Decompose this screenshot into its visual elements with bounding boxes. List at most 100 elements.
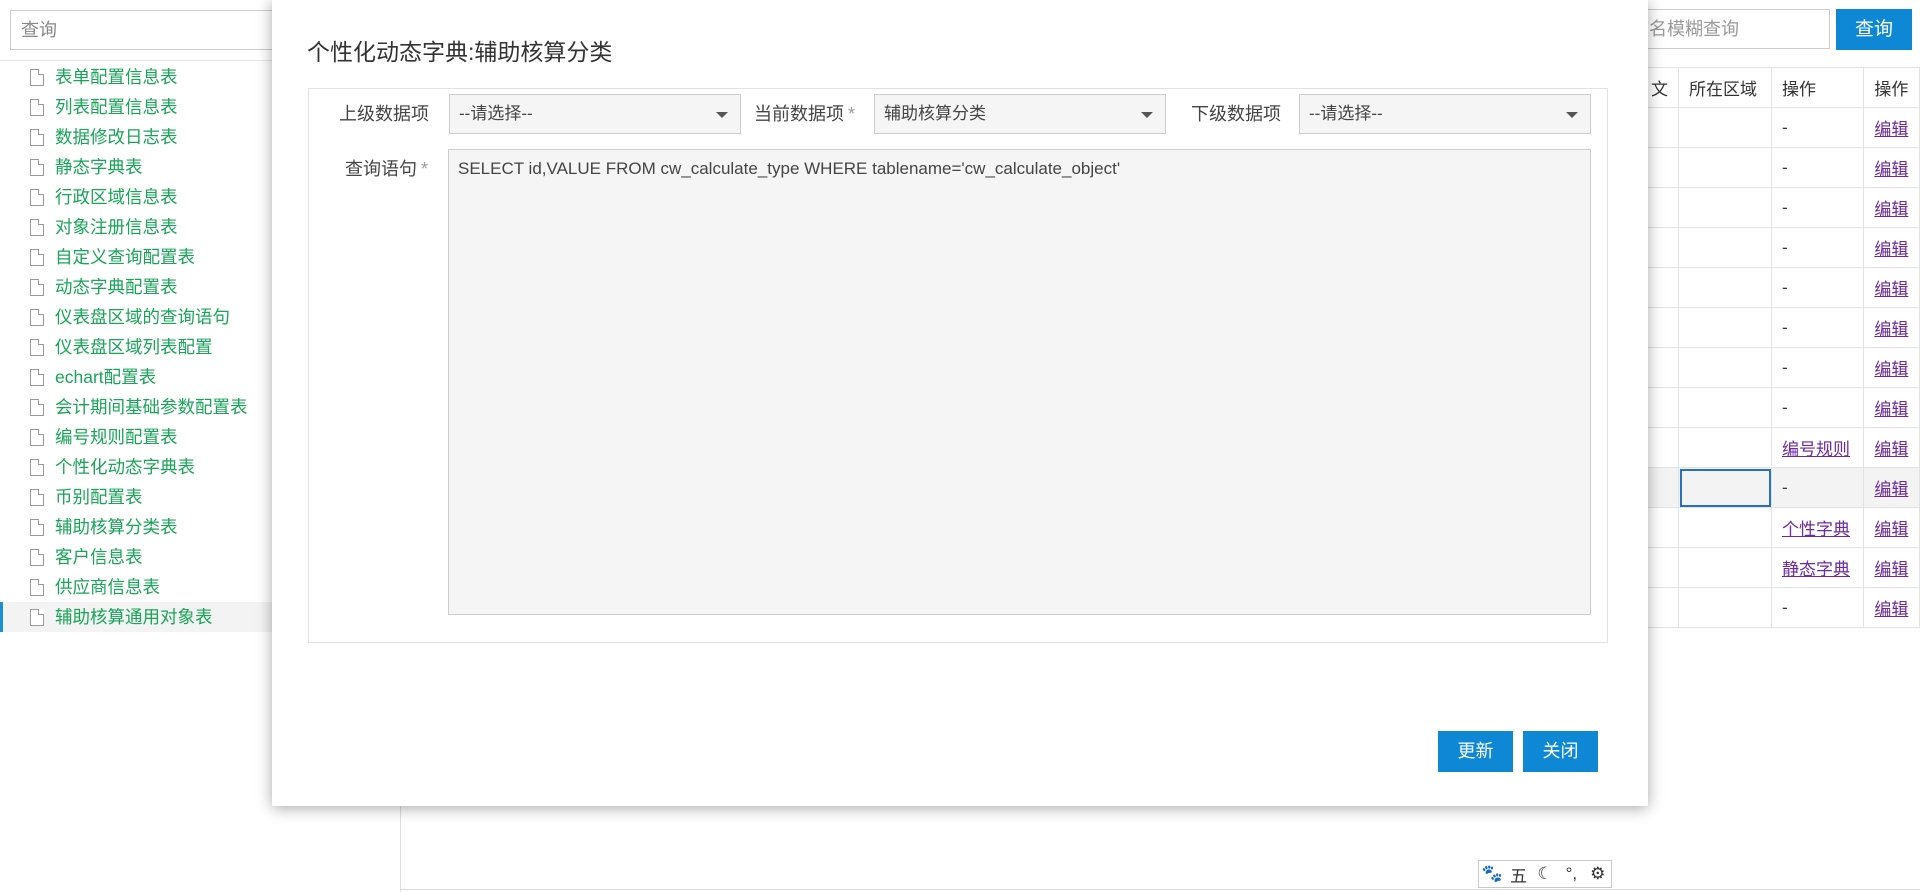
edit-link[interactable]: 编辑 [1874,560,1908,579]
table-row: - 编辑 [1640,587,1920,628]
area-cell [1678,227,1772,268]
table-row: - 编辑 [1640,307,1920,348]
op-cell: - [1770,587,1865,628]
document-icon [30,459,44,476]
query-statement-label-text: 查询语句 [345,159,417,179]
custom-dict-link[interactable]: 个性字典 [1782,520,1850,539]
parent-item-select[interactable]: --请选择-- [449,94,741,134]
op-cell: - [1770,307,1865,348]
area-cell [1678,347,1772,388]
static-dict-link[interactable]: 静态字典 [1782,560,1850,579]
gear-icon[interactable]: ⚙ [1587,864,1609,884]
edit-link[interactable]: 编辑 [1874,160,1908,179]
tree-item-label: 动态字典配置表 [55,277,178,297]
tree-item-label: 会计期间基础参数配置表 [55,397,248,417]
edit-cell: 编辑 [1863,507,1920,548]
edit-cell: 编辑 [1863,427,1920,468]
document-icon [30,159,44,176]
edit-link[interactable]: 编辑 [1874,320,1908,339]
document-icon [30,279,44,296]
document-icon [30,189,44,206]
op-cell: 静态字典 [1770,547,1865,588]
table-row: - 编辑 [1640,187,1920,228]
edit-cell: 编辑 [1863,187,1920,228]
edit-cell: 编辑 [1863,467,1920,508]
child-item-label: 下级数据项 [1191,104,1281,124]
current-item-label-text: 当前数据项 [754,104,844,124]
edit-cell: 编辑 [1863,387,1920,428]
current-item-select[interactable]: 辅助核算分类 [874,94,1166,134]
op-cell: - [1770,147,1865,188]
edit-link[interactable]: 编辑 [1874,360,1908,379]
edit-cell: 编辑 [1863,307,1920,348]
punctuation-icon[interactable]: °, [1560,864,1582,884]
tree-item-label: echart配置表 [55,367,157,387]
area-cell [1678,147,1772,188]
edit-link[interactable]: 编辑 [1874,480,1908,499]
dialog-title: 个性化动态字典:辅助核算分类 [307,39,613,65]
op-cell: - [1770,387,1865,428]
table-row: - 编辑 [1640,107,1920,148]
area-cell-focused[interactable] [1678,467,1772,508]
update-button[interactable]: 更新 [1438,731,1513,772]
parent-item-value: --请选择-- [459,104,533,123]
tree-item-label: 供应商信息表 [55,577,160,597]
document-icon [30,129,44,146]
edit-cell: 编辑 [1863,547,1920,588]
document-icon [30,609,44,626]
document-icon [30,69,44,86]
table-row: - 编辑 [1640,227,1920,268]
tree-item-label: 自定义查询配置表 [55,247,195,267]
data-table: 文 所在区域 操作 操作 - 编辑 - 编辑 - 编辑 - 编辑 - 编辑 - 编辑 - 编辑… [1640,67,1920,628]
op-cell: - [1770,187,1865,228]
query-statement-label: 查询语句 * [345,149,428,189]
table-header-row: 文 所在区域 操作 操作 [1640,67,1920,108]
edit-link[interactable]: 编辑 [1874,520,1908,539]
edit-link[interactable]: 编辑 [1874,600,1908,619]
tree-item-label: 辅助核算通用对象表 [55,607,213,627]
child-item-select[interactable]: --请选择-- [1299,94,1591,134]
numbering-rule-link[interactable]: 编号规则 [1782,440,1850,459]
edit-cell: 编辑 [1863,107,1920,148]
edit-link[interactable]: 编辑 [1874,280,1908,299]
edit-cell: 编辑 [1863,587,1920,628]
tree-item-label: 表单配置信息表 [55,67,178,87]
tree-item-label: 编号规则配置表 [55,427,178,447]
op-cell: - [1770,467,1865,508]
edit-cell: 编辑 [1863,267,1920,308]
document-icon [30,579,44,596]
document-icon [30,339,44,356]
edit-link[interactable]: 编辑 [1874,440,1908,459]
required-mark: * [848,104,856,124]
area-cell [1678,387,1772,428]
edit-link[interactable]: 编辑 [1874,240,1908,259]
edit-link[interactable]: 编辑 [1874,200,1908,219]
area-cell [1678,107,1772,148]
table-row: 编号规则 编辑 [1640,427,1920,468]
edit-link[interactable]: 编辑 [1874,120,1908,139]
table-row: 个性字典 编辑 [1640,507,1920,548]
edit-link[interactable]: 编辑 [1874,400,1908,419]
tree-item-label: 对象注册信息表 [55,217,178,237]
table-row: - 编辑 [1640,387,1920,428]
document-icon [30,519,44,536]
document-icon [30,549,44,566]
query-statement-textarea[interactable]: SELECT id,VALUE FROM cw_calculate_type W… [448,149,1591,615]
area-cell [1678,267,1772,308]
edit-dialog: 个性化动态字典:辅助核算分类 上级数据项 --请选择-- 当前数据项 * 辅助核算… [272,0,1648,806]
document-icon [30,369,44,386]
close-button[interactable]: 关闭 [1523,731,1598,772]
tree-item-label: 数据修改日志表 [55,127,178,147]
chevron-down-icon [716,112,728,118]
chevron-down-icon [1566,112,1578,118]
query-button[interactable]: 查询 [1836,9,1912,50]
paw-icon[interactable]: 🐾 [1481,864,1503,884]
table-row-selected: - 编辑 [1640,467,1920,508]
moon-icon[interactable]: ☾ [1534,864,1556,884]
child-item-value: --请选择-- [1309,104,1383,123]
document-icon [30,309,44,326]
name-search-input[interactable]: 文名模糊查询 [1620,9,1830,49]
op-cell: - [1770,227,1865,268]
area-cell [1678,587,1772,628]
ime-mode-label[interactable]: 五 [1508,862,1530,887]
